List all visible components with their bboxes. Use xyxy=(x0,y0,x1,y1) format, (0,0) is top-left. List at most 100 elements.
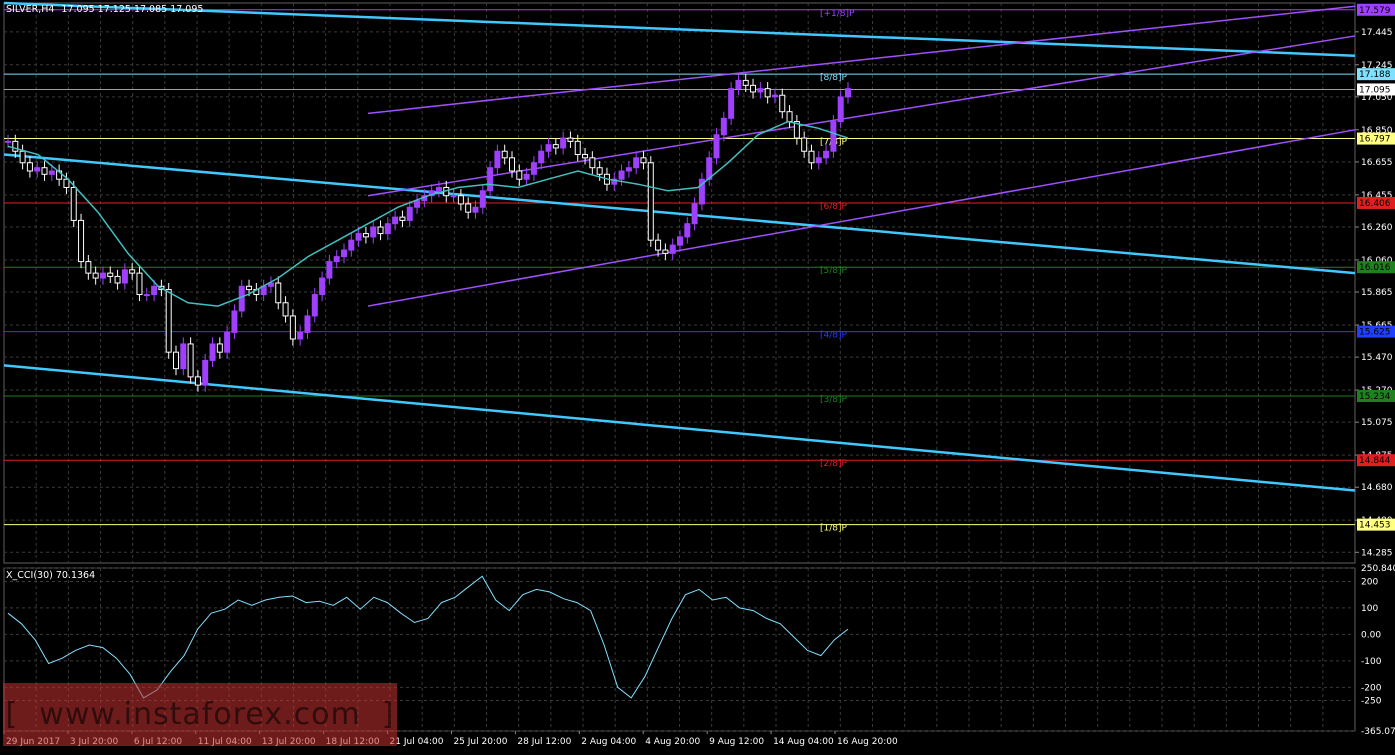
bearish-candle xyxy=(640,157,647,164)
bullish-candle xyxy=(677,236,683,246)
bullish-candle xyxy=(450,195,457,198)
cci-tick-label: -365.0784 xyxy=(1361,727,1395,737)
price-tick-label: 15.865 xyxy=(1361,288,1393,298)
time-tick-label: 4 Aug 20:00 xyxy=(645,737,700,747)
bearish-candle xyxy=(779,94,786,113)
bearish-candle xyxy=(70,186,77,221)
time-tick-label: 16 Aug 20:00 xyxy=(837,737,898,747)
time-tick-label: 28 Jul 12:00 xyxy=(517,737,571,747)
cci-tick-label: -100 xyxy=(1361,657,1382,667)
trading-chart[interactable]: [+1/8]P[8/8]P[7/8]P[6/8]P[5/8]P[4/8]P[3/… xyxy=(0,0,1395,751)
bullish-candle xyxy=(151,285,158,296)
bullish-candle xyxy=(414,200,421,208)
cci-tick-label: -200 xyxy=(1361,683,1382,693)
chart-title: SILVER,H4 17.095 17.125 17.085 17.095 xyxy=(6,4,203,15)
murrey-level-label: [6/8]P xyxy=(820,202,848,212)
bullish-candle xyxy=(830,121,837,152)
bullish-candle xyxy=(494,150,501,169)
bearish-candle xyxy=(187,343,194,378)
bearish-candle xyxy=(552,144,559,149)
cci-line xyxy=(7,575,849,699)
bullish-candle xyxy=(691,203,698,225)
bearish-candle xyxy=(136,272,143,296)
bullish-candle xyxy=(735,79,742,90)
bullish-candle xyxy=(720,117,727,136)
bullish-candle xyxy=(771,94,778,98)
cci-title: X_CCI(30) 70.1364 xyxy=(6,570,95,581)
murrey-price-label: 14.844 xyxy=(1359,456,1391,466)
bearish-candle xyxy=(282,302,289,317)
price-tick-label: 15.075 xyxy=(1361,418,1393,428)
murrey-price-label: 17.188 xyxy=(1359,70,1391,80)
bearish-candle xyxy=(194,376,201,386)
chart-symbol: SILVER,H4 xyxy=(6,4,54,15)
bearish-candle xyxy=(289,315,296,340)
bullish-candle xyxy=(633,157,640,169)
bearish-candle xyxy=(589,157,596,169)
bullish-candle xyxy=(224,331,231,353)
bearish-candle xyxy=(567,137,574,142)
bullish-candle xyxy=(538,150,545,164)
bearish-candle xyxy=(750,84,757,93)
bullish-candle xyxy=(370,226,377,238)
bullish-candle xyxy=(472,206,479,213)
cci-tick-label: 200 xyxy=(1361,577,1378,587)
ohlc-values: 17.095 17.125 17.085 17.095 xyxy=(61,4,203,15)
murrey-level-label: [+1/8]P xyxy=(820,9,855,19)
bearish-candle xyxy=(246,285,253,291)
bearish-candle xyxy=(399,216,406,221)
bullish-candle xyxy=(202,359,209,386)
price-tick-label: 14.680 xyxy=(1361,483,1393,493)
bullish-candle xyxy=(837,96,844,123)
bearish-candle xyxy=(92,272,99,279)
bearish-candle xyxy=(457,195,464,205)
murrey-price-label: 16.016 xyxy=(1359,263,1391,273)
bullish-candle xyxy=(435,186,442,192)
bullish-candle xyxy=(209,343,216,361)
bearish-candle xyxy=(742,79,749,86)
time-tick-label: 25 Jul 20:00 xyxy=(453,737,507,747)
bullish-candle xyxy=(684,223,691,238)
bullish-candle xyxy=(845,88,851,98)
murrey-price-label: 16.797 xyxy=(1359,135,1391,145)
time-tick-label: 14 Aug 04:00 xyxy=(773,737,834,747)
bearish-candle xyxy=(655,239,662,251)
bullish-candle xyxy=(348,239,355,251)
bullish-candle xyxy=(326,261,333,279)
chart-canvas[interactable]: [+1/8]P[8/8]P[7/8]P[6/8]P[5/8]P[4/8]P[3/… xyxy=(0,0,1395,751)
bearish-candle xyxy=(114,275,121,284)
bullish-candle xyxy=(392,216,399,225)
price-tick-label: 17.445 xyxy=(1361,28,1393,38)
time-tick-label: 9 Aug 12:00 xyxy=(709,737,764,747)
bullish-candle xyxy=(304,315,311,333)
murrey-level-label: [5/8]P xyxy=(820,266,848,276)
bullish-candle xyxy=(384,223,391,235)
price-tick-label: 16.260 xyxy=(1361,223,1393,233)
bearish-candle xyxy=(78,219,85,263)
murrey-price-label: 16.406 xyxy=(1359,199,1391,209)
ma-line xyxy=(7,120,849,307)
bearish-candle xyxy=(465,203,472,213)
last-price-label: 17.095 xyxy=(1359,85,1391,95)
bearish-candle xyxy=(85,261,92,274)
cci-tick-label: -250 xyxy=(1361,697,1382,707)
watermark-text: [ www.instaforex.com ] xyxy=(5,697,395,732)
bearish-candle xyxy=(574,140,581,156)
bearish-candle xyxy=(662,249,669,254)
time-tick-label: 21 Jul 04:00 xyxy=(390,737,444,747)
bullish-candle xyxy=(355,233,362,241)
moving-average xyxy=(7,120,849,307)
bearish-candle xyxy=(216,343,223,353)
bullish-candle xyxy=(618,170,625,180)
bullish-candle xyxy=(333,256,340,263)
bullish-candle xyxy=(297,331,304,340)
bearish-candle xyxy=(173,351,179,370)
bearish-candle xyxy=(362,233,369,238)
bullish-candle xyxy=(311,294,318,317)
bullish-candle xyxy=(479,190,486,208)
price-tick-label: 15.470 xyxy=(1361,353,1393,363)
murrey-price-label: 14.453 xyxy=(1359,521,1391,531)
price-tick-label: 16.655 xyxy=(1361,158,1393,168)
bullish-candle xyxy=(560,137,567,149)
time-tick-label: 2 Aug 04:00 xyxy=(581,737,636,747)
